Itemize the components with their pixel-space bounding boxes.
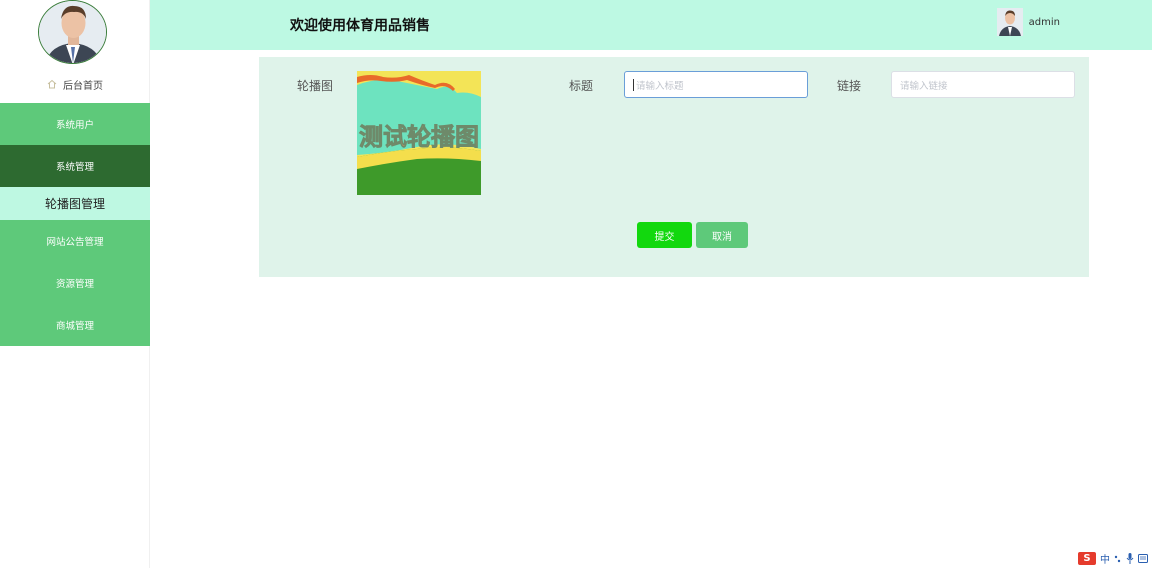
ime-mode-label[interactable]: 中 bbox=[1100, 551, 1110, 566]
sidebar-item-mall-management[interactable]: 商城管理 bbox=[0, 304, 150, 346]
ime-toolbar[interactable]: S 中 bbox=[1078, 551, 1148, 566]
user-avatar-small bbox=[996, 8, 1023, 36]
sidebar: 后台首页 系统用户 系统管理 轮播图管理 网站公告管理 资源管理 商城管理 bbox=[0, 0, 150, 568]
image-label: 轮播图 bbox=[297, 79, 334, 93]
carousel-form: 轮播图 测试轮播图 标题 请输入标题 链接 请输入链接 提交 取消 bbox=[259, 57, 1089, 277]
sogou-ime-logo: S bbox=[1078, 552, 1096, 565]
cancel-button[interactable]: 取消 bbox=[696, 222, 748, 248]
user-menu[interactable]: admin bbox=[996, 8, 1060, 36]
sidebar-menu: 系统用户 系统管理 轮播图管理 网站公告管理 资源管理 商城管理 bbox=[0, 103, 150, 346]
link-input-placeholder: 请输入链接 bbox=[900, 80, 948, 92]
header: 欢迎使用体育用品销售 admin bbox=[150, 0, 1152, 50]
home-link-label: 后台首页 bbox=[63, 80, 103, 92]
user-avatar[interactable] bbox=[38, 0, 107, 64]
title-input[interactable]: 请输入标题 bbox=[624, 71, 808, 98]
keyboard-icon[interactable] bbox=[1138, 554, 1148, 563]
punctuation-icon[interactable] bbox=[1114, 554, 1122, 564]
submit-button[interactable]: 提交 bbox=[637, 222, 692, 248]
link-label: 链接 bbox=[837, 79, 862, 93]
link-input[interactable]: 请输入链接 bbox=[891, 71, 1075, 98]
title-input-placeholder: 请输入标题 bbox=[636, 80, 684, 92]
title-label: 标题 bbox=[569, 79, 594, 93]
sidebar-item-site-announcements[interactable]: 网站公告管理 bbox=[0, 220, 150, 262]
carousel-image-upload[interactable]: 测试轮播图 bbox=[357, 71, 481, 195]
microphone-icon[interactable] bbox=[1126, 553, 1134, 564]
sidebar-item-resource-management[interactable]: 资源管理 bbox=[0, 262, 150, 304]
text-cursor bbox=[633, 78, 634, 91]
sidebar-item-system-management[interactable]: 系统管理 bbox=[0, 145, 150, 187]
carousel-image-text: 测试轮播图 bbox=[359, 123, 479, 151]
home-link[interactable]: 后台首页 bbox=[0, 72, 150, 96]
sidebar-item-system-users[interactable]: 系统用户 bbox=[0, 103, 150, 145]
sidebar-subitem-carousel-management[interactable]: 轮播图管理 bbox=[0, 187, 150, 220]
username: admin bbox=[1028, 16, 1060, 28]
home-icon bbox=[47, 79, 57, 89]
page-title: 欢迎使用体育用品销售 bbox=[290, 18, 430, 34]
